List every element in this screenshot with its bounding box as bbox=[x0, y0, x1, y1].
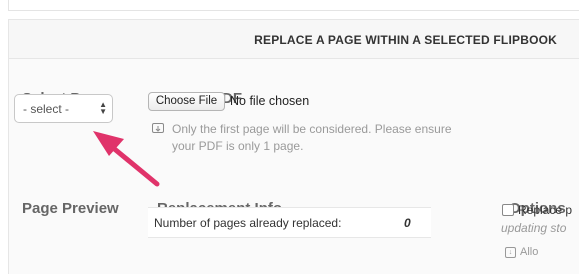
replace-checkbox[interactable] bbox=[502, 204, 514, 216]
replaced-count-row: Number of pages already replaced: 0 bbox=[148, 207, 431, 238]
upload-hint: Only the first page will be considered. … bbox=[172, 121, 492, 155]
top-strip bbox=[8, 0, 579, 11]
upload-hint-line2: your PDF is only 1 page. bbox=[172, 139, 304, 153]
file-status: No file chosen bbox=[230, 94, 310, 108]
panel-title: REPLACE A PAGE WITHIN A SELECTED FLIPBOO… bbox=[254, 33, 557, 47]
select-arrows-icon: ▲ ▼ bbox=[99, 100, 107, 116]
choose-file-button[interactable]: Choose File bbox=[148, 92, 225, 111]
info-icon bbox=[152, 123, 164, 133]
replaced-count-label: Number of pages already replaced: bbox=[154, 216, 342, 230]
panel-header: REPLACE A PAGE WITHIN A SELECTED FLIPBOO… bbox=[9, 20, 579, 59]
page-select[interactable]: - select - ▲ ▼ bbox=[14, 94, 113, 123]
updating-option-text: updating sto bbox=[501, 221, 567, 235]
replaced-count-value: 0 bbox=[404, 216, 411, 230]
allow-option-text: Allo bbox=[520, 246, 539, 258]
option-icon: ↓ bbox=[505, 247, 516, 258]
upload-hint-line1: Only the first page will be considered. … bbox=[172, 122, 452, 136]
page-preview-label: Page Preview bbox=[22, 200, 119, 217]
page-select-value: - select - bbox=[23, 102, 70, 116]
replace-option-text: Replace p bbox=[518, 203, 573, 217]
